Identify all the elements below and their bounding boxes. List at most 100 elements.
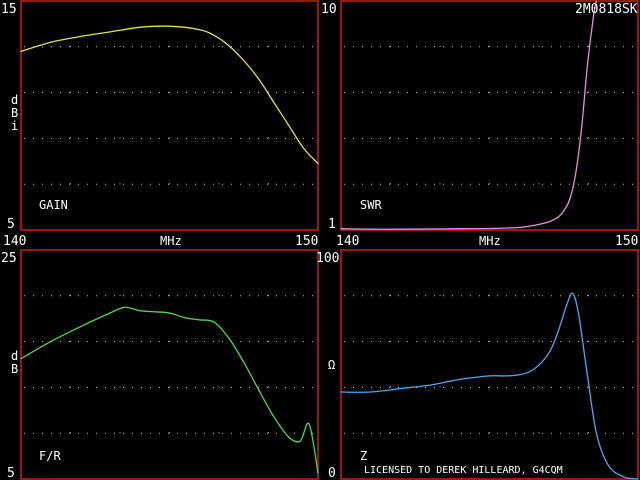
z-y-tick-max: 100 [316,251,339,266]
fr-data-point [198,319,200,321]
z-data-point [429,384,431,386]
z-data-point [340,391,342,393]
fr-data-point [183,316,185,319]
design-id-label: 2M0818SK [575,2,638,17]
z-data-point [578,313,580,315]
z-data-point [622,476,624,478]
z-data-point [637,478,639,480]
fr-data-point [228,337,230,339]
fr-data-point [258,389,260,391]
z-ylabel: Ω [328,358,335,372]
z-data-point [370,391,372,393]
z-series-line [340,292,639,480]
swr-plot-frame [340,0,639,231]
swr-data-point [459,228,461,230]
swr-data-point [399,228,401,230]
fr-data-point [287,436,289,438]
gain-xlabel: MHz [160,234,182,248]
z-y-tick-min: 0 [328,466,336,480]
swr-data-point [429,228,431,230]
gain-data-point [168,25,171,27]
fr-data-point [243,361,245,363]
fr-data-point [308,423,310,425]
swr-panel: 10 1 SWR 2M0818SK 140 MHz 150 [321,0,639,249]
z-data-point [533,368,535,370]
z-plot-frame [340,249,639,480]
fr-grid [24,253,315,476]
gain-data-point [213,34,215,36]
swr-data-point [569,198,571,201]
fr-data-point [124,306,126,308]
fr-data-point [20,358,22,360]
fr-data-point [139,310,141,312]
z-data-point [557,331,559,334]
swr-data-point [340,228,342,230]
swr-data-point [595,0,598,2]
z-data-point [586,375,589,377]
fr-y-tick-max: 25 [1,251,17,266]
gain-grid [24,4,315,227]
swr-data-point [557,216,559,218]
gain-y-tick-min: 5 [7,217,15,232]
gain-plot-frame [20,0,319,231]
swr-data-point [575,173,577,175]
z-data-point [548,352,550,354]
swr-data-point [370,228,372,230]
gain-data-point [79,35,81,38]
swr-data-point [518,226,520,229]
swr-x-tick-end: 150 [615,234,638,249]
fr-plot-frame [20,249,319,480]
fr-series-line [20,306,319,474]
swr-x-tick-start: 140 [336,234,359,249]
gain-ylabel: dBi [11,93,18,133]
z-panel: 100 0 Ω Z LICENSED TO DEREK HILLEARD, G4… [316,249,639,480]
z-data-point [488,375,491,377]
z-data-point [572,292,574,295]
swr-data-point [548,221,550,223]
fr-panel: 25 5 dB F/R [1,249,319,480]
z-data-point [595,432,598,434]
swr-data-point [488,227,491,230]
swr-data-point [533,224,535,227]
gain-x-tick-start: 140 [3,234,26,249]
antenna-analysis-display: 15 5 dBi GAIN 140 MHz 150 10 1 SWR 2M081… [1,0,639,480]
swr-xlabel: MHz [479,234,501,248]
gain-data-point [317,162,319,165]
gain-data-point [228,45,230,47]
fr-data-point [50,341,52,343]
z-panel-label: Z [360,449,367,463]
gain-data-point [198,29,200,31]
gain-data-point [258,78,260,80]
fr-data-point [109,312,111,314]
gain-data-point [139,26,141,28]
fr-data-point [299,440,301,442]
z-data-point [503,375,505,377]
z-data-point [459,378,461,380]
gain-panel: 15 5 dBi GAIN 140 MHz 150 [1,0,319,249]
swr-y-tick-min: 1 [328,217,336,232]
fr-data-point [168,312,171,314]
fr-data-point [154,311,156,313]
z-data-point [518,374,520,376]
z-data-point [607,464,609,466]
fr-panel-label: F/R [39,449,61,463]
swr-data-point [580,127,583,129]
license-text: LICENSED TO DEREK HILLEARD, G4CQM [364,465,563,476]
swr-data-point [586,64,589,66]
gain-x-tick-end: 150 [295,234,318,249]
z-data-point [566,304,568,306]
gain-panel-label: GAIN [39,198,68,212]
gain-data-point [272,101,275,103]
fr-ylabel: dB [11,349,18,376]
gain-data-point [302,146,304,149]
fr-data-point [79,326,81,328]
swr-panel-label: SWR [360,198,382,212]
z-data-point [399,387,401,390]
gain-data-point [287,124,289,126]
gain-data-point [20,50,22,52]
gain-data-point [50,41,52,43]
z-grid [344,253,635,476]
fr-data-point [272,415,275,417]
swr-data-point [592,15,595,17]
swr-grid [344,4,635,227]
